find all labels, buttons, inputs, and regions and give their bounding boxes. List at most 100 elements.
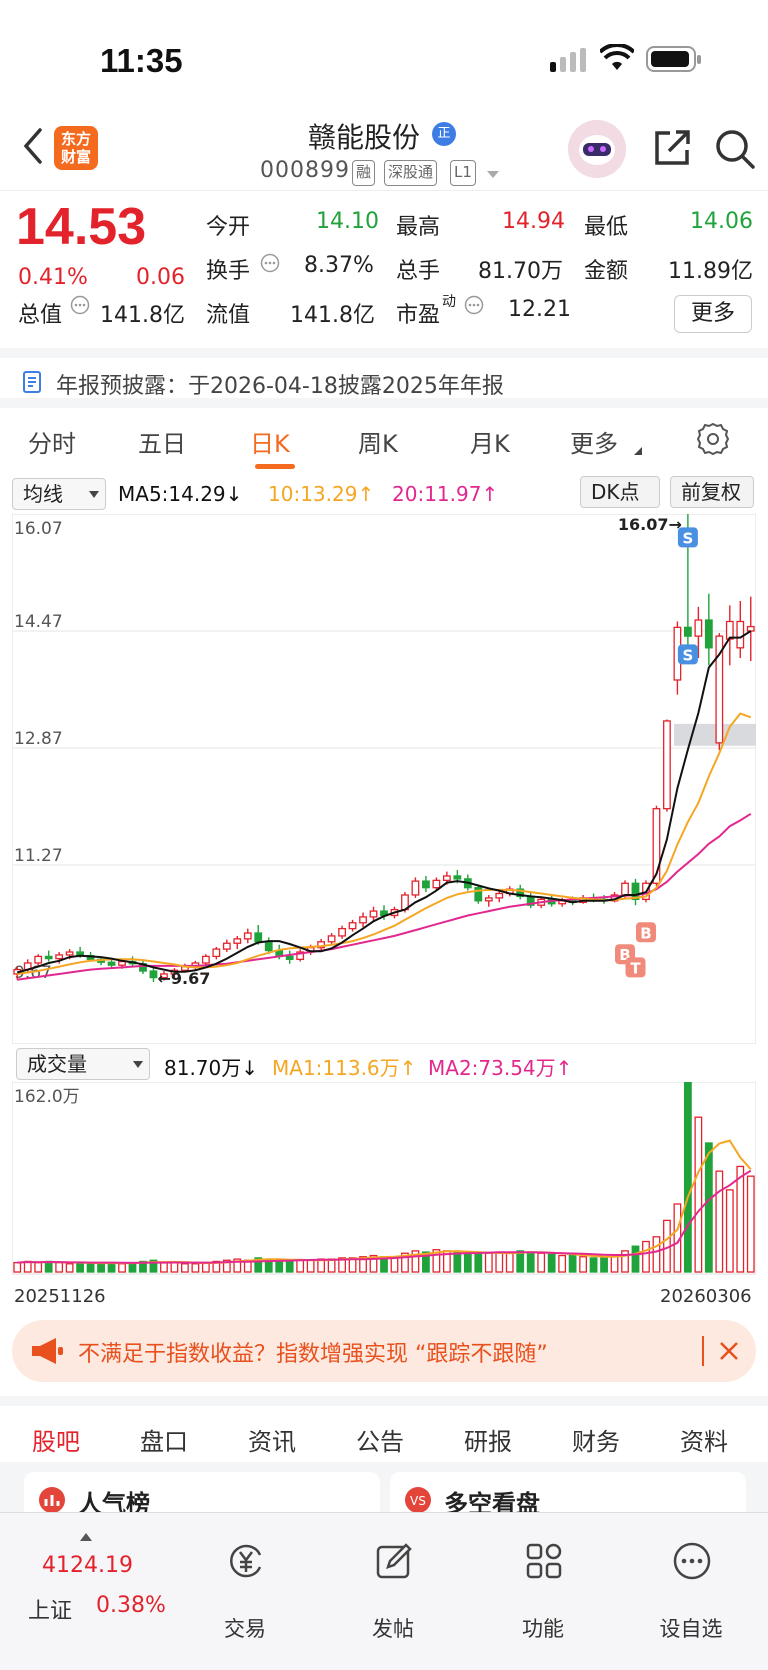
promo-divider xyxy=(702,1336,704,1366)
stock-code: 000899 xyxy=(260,158,350,183)
trade-icon[interactable] xyxy=(226,1541,266,1581)
volume-bar xyxy=(474,1253,483,1273)
tab-research[interactable]: 研报 xyxy=(464,1422,512,1457)
dropdown-arrow-icon xyxy=(133,1061,143,1068)
pe-value: 12.21 xyxy=(508,297,571,322)
volume-bar xyxy=(568,1254,577,1273)
tab-monthly-k[interactable]: 月K xyxy=(470,424,510,459)
volume-bar xyxy=(453,1251,462,1273)
tab-forum[interactable]: 股吧 xyxy=(32,1422,80,1457)
svg-text:VS: VS xyxy=(410,1494,426,1508)
tab-five-day[interactable]: 五日 xyxy=(138,424,186,459)
watchlist-label[interactable]: 设自选 xyxy=(646,1613,736,1643)
vol-ma2-value: MA2:73.54万↑ xyxy=(428,1056,573,1080)
index-name: 上证 xyxy=(28,1599,73,1624)
tab-more[interactable]: 更多 xyxy=(570,424,618,459)
indicator-select[interactable]: 均线 xyxy=(12,478,106,510)
apps-grid-icon[interactable] xyxy=(524,1541,564,1581)
dk-point-button[interactable]: DK点 xyxy=(580,476,660,508)
volume-bar xyxy=(725,1189,734,1273)
battery-icon xyxy=(646,46,701,72)
tag-margin: 融 xyxy=(352,160,376,186)
volume-bar xyxy=(505,1252,514,1273)
info-icon[interactable] xyxy=(464,295,484,315)
support-band xyxy=(674,723,756,746)
volume-value: 81.70万↓ xyxy=(164,1056,259,1080)
candle-body xyxy=(264,941,273,952)
volume-bar xyxy=(160,1261,168,1273)
volume-bar xyxy=(704,1142,713,1273)
tab-daily-k[interactable]: 日K xyxy=(250,424,290,459)
buy-signal-marker-label: B xyxy=(640,924,651,942)
more-dots-icon[interactable] xyxy=(672,1541,712,1581)
candle-body xyxy=(222,942,231,950)
candle-body xyxy=(484,897,493,902)
volume-bar xyxy=(516,1250,525,1273)
ma-legend: 均线 MA5:14.29↓ 10:13.29↑ 20:11.97↑ DK点 前复… xyxy=(0,474,768,514)
volume-bar xyxy=(191,1263,200,1273)
promo-text: 不满足于指数收益？指数增强实现 “跟踪不跟随” xyxy=(78,1342,548,1367)
candle-body xyxy=(201,955,210,964)
post-label[interactable]: 发帖 xyxy=(348,1613,438,1643)
volume-bar xyxy=(86,1263,95,1273)
bottom-toolbar: 4124.19 上证 0.38% 交易 发帖 功能 设自选 xyxy=(0,1512,768,1670)
open-value: 14.10 xyxy=(316,209,379,234)
volume-bar xyxy=(558,1254,567,1273)
max-price-label: 16.07→ xyxy=(618,515,682,534)
tab-financials[interactable]: 财务 xyxy=(572,1422,620,1457)
tab-announcements[interactable]: 公告 xyxy=(356,1422,404,1457)
info-icon[interactable] xyxy=(70,295,90,315)
search-icon[interactable] xyxy=(714,128,756,170)
promo-banner[interactable]: 不满足于指数收益？指数增强实现 “跟踪不跟随” xyxy=(12,1320,756,1382)
volume-bar xyxy=(463,1252,472,1273)
more-quote-button[interactable]: 更多 xyxy=(674,295,752,333)
info-icon[interactable] xyxy=(260,253,280,273)
volume-bar xyxy=(65,1263,74,1273)
chevron-down-icon[interactable] xyxy=(486,170,500,180)
close-icon[interactable] xyxy=(718,1340,740,1362)
tab-intraday[interactable]: 分时 xyxy=(28,424,76,459)
amount-label: 金额 xyxy=(584,259,629,284)
candle-body xyxy=(34,955,43,964)
quote-panel: 14.53 0.41% 0.06 今开 14.10 最高 14.94 最低 14… xyxy=(0,190,768,348)
volume-bar xyxy=(484,1252,493,1273)
tag-connect: 深股通 xyxy=(384,160,438,186)
volume-bar xyxy=(652,1236,661,1273)
volume-bar xyxy=(285,1260,294,1273)
candle-body xyxy=(327,935,336,943)
y-tick-label: 11.27 xyxy=(14,846,63,866)
gear-icon[interactable] xyxy=(696,422,730,456)
candle-body xyxy=(212,948,221,958)
volume-bar xyxy=(642,1240,650,1273)
volume-max-label: 162.0万 xyxy=(14,1087,80,1107)
share-icon[interactable] xyxy=(652,128,692,168)
edit-post-icon[interactable] xyxy=(374,1541,414,1581)
tab-profile[interactable]: 资料 xyxy=(680,1422,728,1457)
robot-assistant-icon[interactable] xyxy=(568,120,626,178)
volume-bar xyxy=(170,1261,179,1273)
candle-body xyxy=(621,882,629,896)
adjust-button[interactable]: 前复权 xyxy=(670,476,754,508)
change-amount: 0.06 xyxy=(136,265,185,290)
candle-body xyxy=(233,938,242,944)
volume-indicator-select[interactable]: 成交量 xyxy=(16,1048,150,1080)
kline-chart[interactable]: 16.0714.4712.8711.279.6716.07→←9.67SSBBT xyxy=(12,514,756,1044)
app-logo[interactable]: 东方 财富 xyxy=(54,126,98,170)
ma5-value: MA5:14.29↓ xyxy=(118,482,243,506)
tab-orderbook[interactable]: 盘口 xyxy=(140,1422,188,1457)
notice-bar[interactable]: 年报预披露：于2026-04-18披露2025年年报 xyxy=(0,348,768,408)
index-ticker[interactable]: 4124.19 上证 0.38% xyxy=(24,1533,174,1633)
feature-cards: 人气榜 VS 多空看盘 xyxy=(0,1462,768,1532)
tab-news[interactable]: 资讯 xyxy=(248,1422,296,1457)
volume-chart[interactable]: 162.0万 xyxy=(12,1082,756,1282)
versus-icon: VS xyxy=(405,1487,431,1513)
functions-label[interactable]: 功能 xyxy=(498,1613,588,1643)
back-icon[interactable] xyxy=(18,126,48,166)
pe-label: 市盈 xyxy=(396,303,441,328)
volume-bar xyxy=(526,1251,535,1273)
high-value: 14.94 xyxy=(502,209,565,234)
tab-weekly-k[interactable]: 周K xyxy=(358,424,398,459)
candle-body xyxy=(453,875,462,880)
y-tick-label: 16.07 xyxy=(14,519,63,539)
trade-label[interactable]: 交易 xyxy=(200,1613,290,1643)
